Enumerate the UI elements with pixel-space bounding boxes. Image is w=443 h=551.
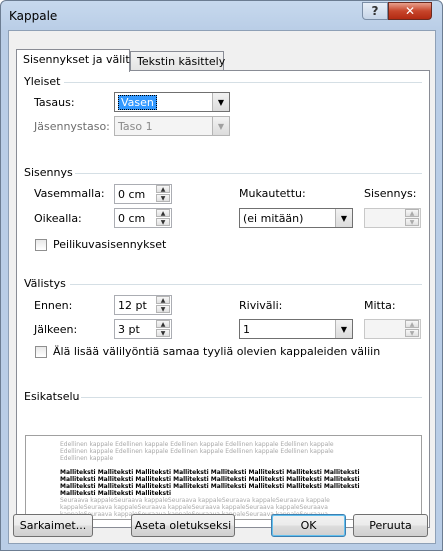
alignment-select[interactable]: Vasen ▼: [114, 92, 230, 112]
spacing-separator: [70, 284, 422, 285]
special-indent-select[interactable]: (ei mitään) ▼: [239, 208, 353, 228]
indent-right-label: Oikealla:: [34, 212, 82, 225]
spacing-before-label: Ennen:: [34, 299, 73, 312]
spacing-after-spinner[interactable]: 3 pt ▲ ▼: [114, 319, 172, 339]
spacing-after-label: Jälkeen:: [34, 323, 78, 336]
alignment-label: Tasaus:: [34, 96, 75, 109]
indent-left-spinner[interactable]: 0 cm ▲ ▼: [114, 184, 172, 204]
spacing-before-value: 12 pt: [118, 299, 147, 312]
indent-right-value: 0 cm: [118, 212, 146, 225]
general-heading: Yleiset: [24, 75, 61, 88]
special-indent-label: Mukautettu:: [239, 187, 306, 200]
outline-level-select[interactable]: Taso 1 ▼: [114, 116, 230, 136]
chevron-down-icon: ▼: [335, 320, 352, 338]
spin-down-icon[interactable]: ▼: [156, 329, 170, 337]
ok-button[interactable]: OK: [271, 514, 346, 537]
mirror-indents-label: Peilikuvasisennykset: [53, 238, 167, 251]
spin-up-icon[interactable]: ▲: [156, 320, 170, 328]
line-spacing-select[interactable]: 1 ▼: [239, 319, 353, 339]
indent-heading: Sisennys: [24, 166, 73, 179]
outline-level-value: Taso 1: [118, 120, 153, 133]
dialog-window: Kappale ? ✕ Sisennykset ja välit Tekstin…: [0, 0, 443, 551]
cancel-button[interactable]: Peruuta: [353, 514, 428, 537]
alignment-value: Vasen: [118, 95, 157, 110]
spacing-after-value: 3 pt: [118, 323, 140, 336]
line-spacing-value: 1: [243, 323, 250, 336]
tabs-button[interactable]: Sarkaimet...: [13, 514, 93, 537]
spacing-at-spinner[interactable]: ▲ ▼: [364, 319, 421, 339]
outline-level-label: Jäsennystaso:: [34, 120, 110, 133]
spin-down-icon[interactable]: ▼: [156, 305, 170, 313]
indent-left-value: 0 cm: [118, 188, 146, 201]
spacing-at-label: Mitta:: [364, 299, 396, 312]
spin-up-icon[interactable]: ▲: [156, 296, 170, 304]
special-indent-value: (ei mitään): [243, 212, 304, 225]
help-button[interactable]: ?: [362, 2, 388, 20]
spin-down-icon[interactable]: ▼: [405, 329, 419, 337]
line-spacing-label: Riviväli:: [239, 299, 283, 312]
spin-down-icon[interactable]: ▼: [405, 218, 419, 226]
tab-panel: Yleiset Tasaus: Vasen ▼ Jäsennystaso: Ta…: [16, 70, 430, 528]
indent-left-label: Vasemmalla:: [34, 187, 105, 200]
preview-previous-line: Edellinen kappale: [60, 455, 114, 462]
tab-indents-and-spacing[interactable]: Sisennykset ja välit: [16, 49, 130, 72]
set-as-default-button[interactable]: Aseta oletukseksi: [131, 514, 235, 537]
chevron-down-icon: ▼: [212, 93, 229, 111]
indent-right-spinner[interactable]: 0 cm ▲ ▼: [114, 208, 172, 228]
indent-separator: [75, 173, 422, 174]
spin-up-icon[interactable]: ▲: [156, 185, 170, 193]
preview-heading: Esikatselu: [24, 390, 80, 403]
spin-up-icon[interactable]: ▲: [156, 209, 170, 217]
mirror-indents-checkbox[interactable]: [35, 239, 47, 251]
dont-add-space-checkbox[interactable]: [35, 346, 47, 358]
preview-box: Edellinen kappale Edellinen kappale Edel…: [25, 435, 422, 520]
dialog-title: Kappale: [9, 9, 58, 23]
chevron-down-icon: ▼: [212, 117, 229, 135]
dont-add-space-label: Älä lisää välilyöntiä samaa tyyliä olevi…: [53, 345, 381, 358]
spin-up-icon[interactable]: ▲: [405, 209, 419, 217]
dialog-client-area: Sisennykset ja välit Tekstin käsittely Y…: [8, 30, 436, 544]
spacing-heading: Välistys: [24, 277, 66, 290]
tab-line-and-page-breaks[interactable]: Tekstin käsittely: [130, 51, 225, 72]
spacing-before-spinner[interactable]: 12 pt ▲ ▼: [114, 295, 172, 315]
indent-by-spinner[interactable]: ▲ ▼: [364, 208, 421, 228]
spin-up-icon[interactable]: ▲: [405, 320, 419, 328]
preview-separator: [81, 397, 422, 398]
chevron-down-icon: ▼: [335, 209, 352, 227]
close-button[interactable]: ✕: [388, 2, 432, 20]
spin-down-icon[interactable]: ▼: [156, 194, 170, 202]
spin-down-icon[interactable]: ▼: [156, 218, 170, 226]
indent-by-label: Sisennys:: [364, 187, 417, 200]
general-separator: [64, 82, 422, 83]
